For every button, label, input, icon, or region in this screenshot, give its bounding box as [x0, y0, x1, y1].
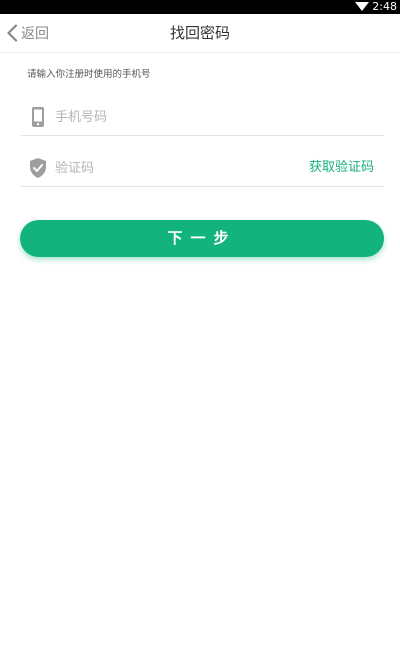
form-hint: 请输入你注册时使用的手机号: [27, 69, 151, 80]
phone-icon: [28, 106, 48, 128]
wifi-icon: [355, 2, 369, 11]
status-time: 2:48: [372, 0, 397, 13]
code-field-row: 获取验证码: [21, 150, 384, 187]
page-title: 找回密码: [169, 24, 230, 42]
phone-input[interactable]: [55, 107, 295, 127]
code-input[interactable]: [55, 158, 295, 178]
back-label: 返回: [21, 26, 49, 42]
status-bar: 2:48: [0, 0, 400, 14]
get-code-button[interactable]: 获取验证码: [309, 150, 374, 186]
navigation-bar: 返回 找回密码: [0, 14, 400, 53]
chevron-left-icon: [6, 24, 18, 42]
shield-check-icon: [28, 157, 48, 179]
phone-field-row: [21, 99, 384, 136]
next-button[interactable]: 下一步: [20, 220, 384, 257]
back-button[interactable]: 返回: [6, 14, 49, 52]
